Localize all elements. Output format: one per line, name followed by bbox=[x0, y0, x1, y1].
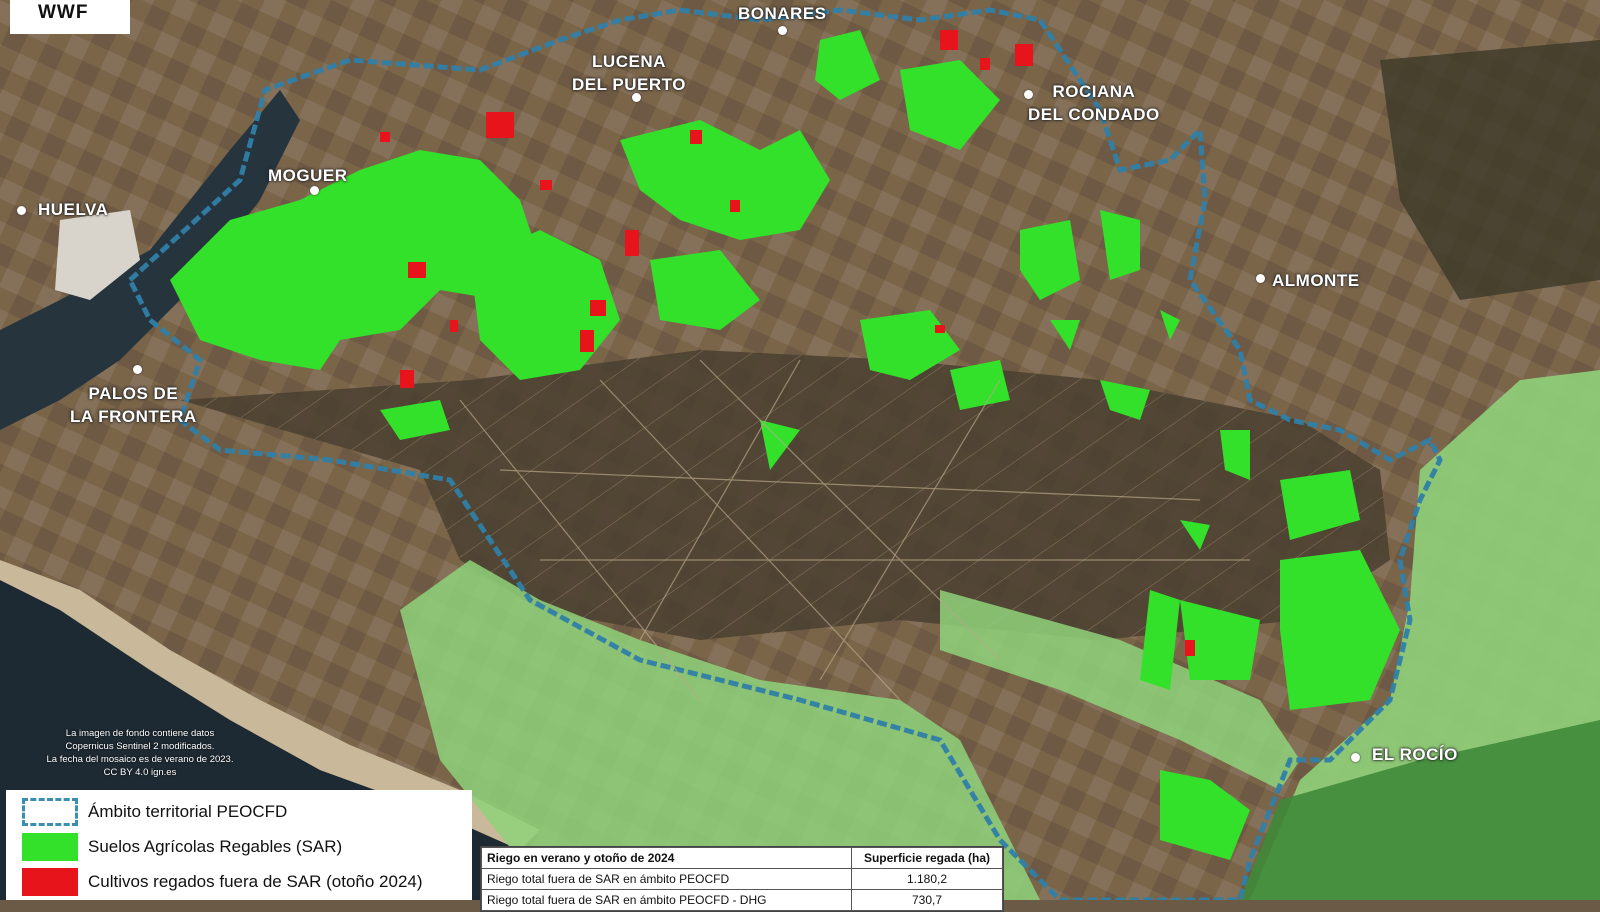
table-row: Riego total fuera de SAR en ámbito PEOCF… bbox=[481, 868, 1003, 890]
town-dot-huelva bbox=[17, 206, 26, 215]
town-dot-el-rocio bbox=[1351, 753, 1360, 762]
legend-label-irrigated: Cultivos regados fuera de SAR (otoño 202… bbox=[88, 872, 423, 891]
wwf-logo-text: WWF bbox=[38, 2, 89, 23]
map-legend: Ámbito territorial PEOCFD Suelos Agrícol… bbox=[6, 790, 472, 900]
table-header-row: Riego en verano y otoño de 2024 Superfic… bbox=[481, 847, 1003, 869]
table-header-right: Superficie regada (ha) bbox=[851, 847, 1003, 869]
town-dot-moguer bbox=[310, 186, 319, 195]
irrigation-table: Riego en verano y otoño de 2024 Superfic… bbox=[480, 846, 1004, 912]
town-dot-almonte bbox=[1256, 274, 1265, 283]
place-label-almonte: ALMONTE bbox=[1272, 271, 1360, 290]
table-cell-label: Riego total fuera de SAR en ámbito PEOCF… bbox=[481, 889, 852, 911]
legend-swatch-sar bbox=[22, 833, 78, 861]
wwf-logo: WWF bbox=[10, 0, 130, 34]
legend-label-boundary: Ámbito territorial PEOCFD bbox=[88, 802, 288, 821]
town-dot-palos bbox=[133, 365, 142, 374]
table-header-left: Riego en verano y otoño de 2024 bbox=[481, 847, 852, 869]
imagery-credit: La imagen de fondo contiene datos Copern… bbox=[46, 728, 234, 778]
legend-label-sar: Suelos Agrícolas Regables (SAR) bbox=[88, 837, 343, 856]
table-row: Riego total fuera de SAR en ámbito PEOCF… bbox=[481, 889, 1003, 911]
place-label-huelva: HUELVA bbox=[38, 200, 109, 219]
place-label-bonares: BONARES bbox=[738, 4, 827, 23]
legend-swatch-boundary bbox=[22, 798, 78, 826]
place-label-moguer: MOGUER bbox=[268, 166, 348, 185]
place-label-palos-de-la-frontera: PALOS DE LA FRONTERA bbox=[70, 384, 197, 426]
town-dot-bonares bbox=[778, 26, 787, 35]
place-label-lucena-del-puerto: LUCENA DEL PUERTO bbox=[572, 52, 686, 94]
table-cell-label: Riego total fuera de SAR en ámbito PEOCF… bbox=[481, 868, 852, 890]
table-cell-value: 1.180,2 bbox=[851, 868, 1003, 890]
legend-swatch-irrigated bbox=[22, 868, 78, 896]
place-label-rociana-del-condado: ROCIANA DEL CONDADO bbox=[1028, 82, 1160, 124]
table-cell-value: 730,7 bbox=[851, 889, 1003, 911]
place-label-el-rocio: EL ROCÍO bbox=[1372, 745, 1458, 764]
